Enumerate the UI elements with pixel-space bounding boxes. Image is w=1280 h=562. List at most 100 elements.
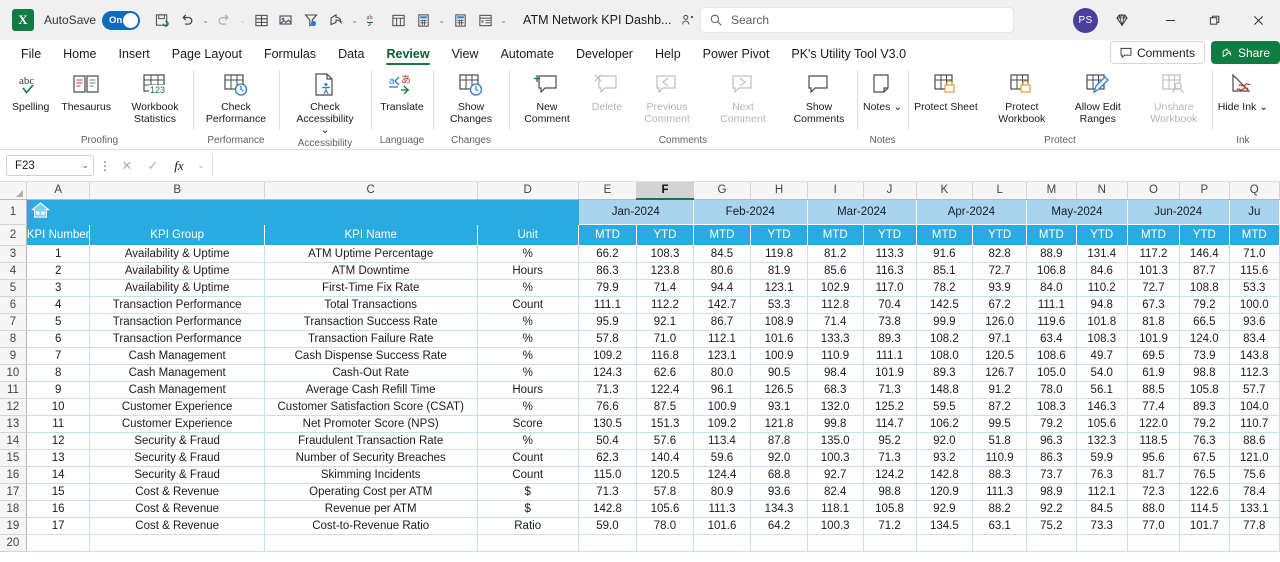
empty-cell[interactable] — [264, 534, 478, 552]
column-header-A[interactable]: A — [26, 182, 91, 200]
empty-cell[interactable] — [89, 534, 265, 552]
cell-value[interactable]: 151.3 — [636, 415, 694, 433]
cell-kpi-number[interactable]: 9 — [26, 381, 91, 399]
cell-value[interactable]: 57.6 — [636, 432, 694, 450]
check-performance-button[interactable]: Check Performance — [193, 70, 279, 125]
row-header-5[interactable]: 5 — [0, 279, 27, 297]
cell-value[interactable]: 89.3 — [863, 330, 917, 348]
calculator-dropdown-icon[interactable]: ⌄ — [436, 7, 447, 33]
column-header-K[interactable]: K — [916, 182, 974, 200]
cell-kpi-unit[interactable]: Score — [477, 415, 579, 433]
cell-value[interactable]: 93.6 — [1229, 313, 1280, 331]
column-header-P[interactable]: P — [1179, 182, 1230, 200]
cell-value[interactable]: 78.0 — [636, 517, 694, 535]
cell-kpi-unit[interactable]: Hours — [477, 381, 579, 399]
tab-page-layout[interactable]: Page Layout — [161, 42, 253, 66]
cell-value[interactable]: 86.3 — [1026, 449, 1077, 467]
cancel-icon[interactable]: ✕ — [116, 158, 138, 174]
cell-value[interactable]: 142.5 — [916, 296, 974, 314]
cell-value[interactable]: 108.8 — [1179, 279, 1230, 297]
cell-value[interactable]: 110.2 — [1076, 279, 1128, 297]
avatar[interactable]: PS — [1073, 7, 1098, 33]
calculator-icon[interactable] — [411, 7, 435, 33]
cell-value[interactable]: 88.5 — [1127, 381, 1181, 399]
empty-cell[interactable] — [693, 534, 752, 552]
cell-value[interactable]: 106.2 — [916, 415, 974, 433]
cell-value[interactable]: 68.3 — [807, 381, 864, 399]
cell-kpi-unit[interactable]: Count — [477, 296, 579, 314]
empty-cell[interactable] — [1179, 534, 1230, 552]
cell-value[interactable]: 100.0 — [1229, 296, 1280, 314]
cell-kpi-unit[interactable]: $ — [477, 483, 579, 501]
cell-value[interactable]: 114.7 — [863, 415, 917, 433]
row-header-16[interactable]: 16 — [0, 466, 27, 484]
confirm-icon[interactable]: ✓ — [142, 158, 164, 174]
cell-value[interactable]: 99.5 — [972, 415, 1028, 433]
cell-value[interactable]: 134.5 — [916, 517, 974, 535]
cell-value[interactable]: 81.2 — [807, 245, 864, 263]
tab-file[interactable]: File — [10, 42, 52, 66]
cell-kpi-name[interactable]: Fraudulent Transaction Rate — [264, 432, 478, 450]
cell-value[interactable]: 108.9 — [750, 313, 808, 331]
cell-kpi-number[interactable]: 6 — [26, 330, 91, 348]
cell-value[interactable]: 108.6 — [1026, 347, 1077, 365]
autosave-toggle[interactable]: On — [102, 10, 141, 30]
cell-value[interactable]: 84.6 — [1076, 262, 1128, 280]
check-accessibility-button[interactable]: Check Accessibility ⌄ — [279, 70, 371, 137]
cell-value[interactable]: 73.3 — [1076, 517, 1128, 535]
column-header-E[interactable]: E — [578, 182, 638, 200]
cell-value[interactable]: 81.7 — [1127, 466, 1181, 484]
cell-kpi-name[interactable]: ATM Downtime — [264, 262, 478, 280]
filter-icon[interactable] — [299, 7, 323, 33]
cell-value[interactable]: 71.3 — [578, 483, 638, 501]
cell-value[interactable]: 66.5 — [1179, 313, 1230, 331]
row-header-18[interactable]: 18 — [0, 500, 27, 518]
cell-kpi-group[interactable]: Security & Fraud — [89, 432, 265, 450]
cell-kpi-name[interactable]: Customer Satisfaction Score (CSAT) — [264, 398, 478, 416]
column-header-L[interactable]: L — [972, 182, 1028, 200]
cell-value[interactable]: 79.2 — [1179, 415, 1230, 433]
cell-value[interactable]: 111.1 — [1026, 296, 1077, 314]
pivot-icon[interactable] — [386, 7, 410, 33]
cell-value[interactable]: 88.3 — [972, 466, 1028, 484]
cell-value[interactable]: 82.8 — [972, 245, 1028, 263]
minimize-button[interactable] — [1148, 0, 1192, 40]
row-header-17[interactable]: 17 — [0, 483, 27, 501]
cell-value[interactable]: 86.7 — [693, 313, 752, 331]
cell-kpi-name[interactable]: Number of Security Breaches — [264, 449, 478, 467]
cell-value[interactable]: 110.9 — [972, 449, 1028, 467]
cell-value[interactable]: 98.9 — [1026, 483, 1077, 501]
cell-value[interactable]: 121.8 — [750, 415, 808, 433]
cell-value[interactable]: 93.2 — [916, 449, 974, 467]
undo-icon[interactable] — [175, 7, 199, 33]
cell-value[interactable]: 95.6 — [1127, 449, 1181, 467]
cell-value[interactable]: 132.0 — [807, 398, 864, 416]
cell-value[interactable]: 115.0 — [578, 466, 638, 484]
cell-value[interactable]: 73.9 — [1179, 347, 1230, 365]
empty-cell[interactable] — [477, 534, 579, 552]
cell-value[interactable]: 118.1 — [807, 500, 864, 518]
row-header-10[interactable]: 10 — [0, 364, 27, 382]
cell-value[interactable]: 69.5 — [1127, 347, 1181, 365]
cell-kpi-name[interactable]: Transaction Success Rate — [264, 313, 478, 331]
cell-value[interactable]: 72.3 — [1127, 483, 1181, 501]
cell-value[interactable]: 117.0 — [863, 279, 917, 297]
cell-value[interactable]: 66.2 — [578, 245, 638, 263]
cell-value[interactable]: 77.4 — [1127, 398, 1181, 416]
cell-value[interactable]: 130.5 — [578, 415, 638, 433]
cell-value[interactable]: 101.6 — [750, 330, 808, 348]
cell-value[interactable]: 108.3 — [636, 245, 694, 263]
cell-value[interactable]: 95.9 — [578, 313, 638, 331]
cell-kpi-group[interactable]: Cost & Revenue — [89, 483, 265, 501]
empty-cell[interactable] — [750, 534, 808, 552]
cell-value[interactable]: 112.8 — [807, 296, 864, 314]
cell-kpi-name[interactable]: Skimming Incidents — [264, 466, 478, 484]
cell-value[interactable]: 91.6 — [916, 245, 974, 263]
cell-value[interactable]: 126.7 — [972, 364, 1028, 382]
column-header-M[interactable]: M — [1026, 182, 1077, 200]
cell-kpi-number[interactable]: 12 — [26, 432, 91, 450]
share-icon[interactable] — [324, 7, 348, 33]
cell-value[interactable]: 49.7 — [1076, 347, 1128, 365]
formula-input[interactable] — [212, 155, 1274, 176]
save-icon[interactable] — [150, 7, 174, 33]
